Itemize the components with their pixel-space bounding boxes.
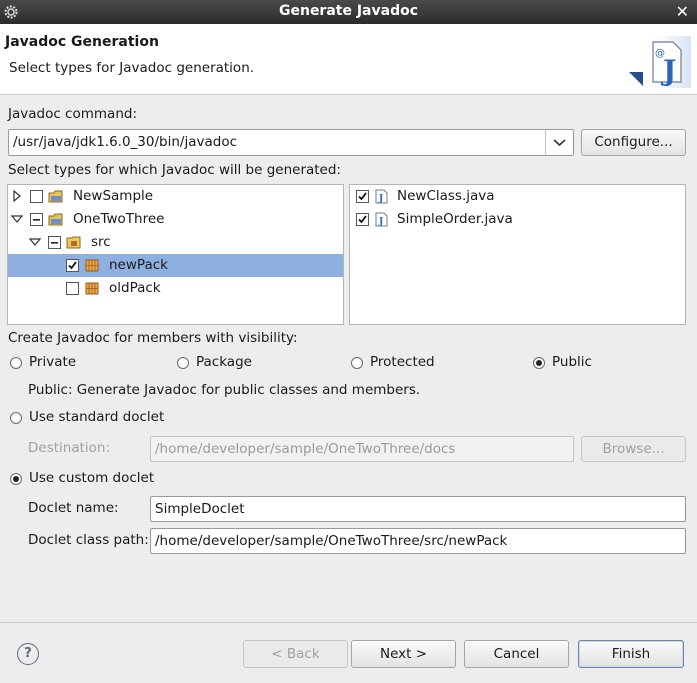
help-icon[interactable]: ? (17, 643, 39, 665)
tree-item-label: oldPack (109, 280, 161, 296)
page-subtitle: Select types for Javadoc generation. (9, 60, 255, 76)
package-icon (85, 259, 99, 272)
tree-row-newpack[interactable]: newPack (8, 254, 343, 277)
chevron-down-icon (553, 139, 566, 147)
svg-text:J: J (378, 194, 383, 204)
chevron-down-icon[interactable] (11, 213, 23, 225)
doclet-name-field[interactable]: SimpleDoclet (150, 496, 686, 522)
radio-public[interactable] (533, 357, 545, 369)
doclet-name-value: SimpleDoclet (155, 501, 245, 517)
radio-protected[interactable] (351, 357, 363, 369)
radio-public-label[interactable]: Public (552, 354, 592, 370)
source-folder-icon (66, 236, 81, 249)
file-label: SimpleOrder.java (397, 211, 513, 227)
doclet-name-label: Doclet name: (28, 500, 119, 516)
page-title: Javadoc Generation (5, 34, 159, 50)
destination-field[interactable]: /home/developer/sample/OneTwoThree/docs (150, 436, 574, 462)
doclet-classpath-label: Doclet class path: (28, 532, 149, 548)
doclet-classpath-field[interactable]: /home/developer/sample/OneTwoThree/src/n… (150, 528, 686, 554)
next-button[interactable]: Next > (351, 640, 456, 668)
checkbox-newclass[interactable] (356, 190, 369, 203)
radio-private[interactable] (10, 357, 22, 369)
tree-item-label: OneTwoThree (73, 211, 165, 227)
destination-value: /home/developer/sample/OneTwoThree/docs (155, 441, 456, 457)
checkbox-newpack[interactable] (66, 259, 79, 272)
radio-package[interactable] (177, 357, 189, 369)
checkbox-oldpack[interactable] (66, 282, 79, 295)
tree-item-label: newPack (109, 257, 168, 273)
window-title-bar: Generate Javadoc ✕ (0, 0, 697, 24)
wizard-banner: Javadoc Generation Select types for Java… (0, 24, 697, 95)
types-tree[interactable]: NewSample OneTwoThree src newPack oldPac… (7, 184, 344, 325)
checkbox-newsample[interactable] (30, 190, 43, 203)
tree-item-label: src (91, 234, 111, 250)
finish-button[interactable]: Finish (578, 640, 684, 668)
svg-text:J: J (378, 217, 383, 227)
browse-button[interactable]: Browse... (581, 436, 686, 462)
project-folder-open-icon (48, 213, 63, 226)
radio-private-label[interactable]: Private (29, 354, 76, 370)
package-icon (85, 282, 99, 295)
radio-standard-doclet[interactable] (10, 412, 22, 424)
radio-package-label[interactable]: Package (196, 354, 252, 370)
javadoc-logo-icon: J @ (629, 36, 691, 88)
javadoc-command-label: Javadoc command: (8, 106, 137, 122)
tree-item-label: NewSample (73, 188, 154, 204)
footer-separator (0, 622, 697, 623)
tree-row-onetwothree[interactable]: OneTwoThree (8, 208, 343, 231)
close-icon[interactable]: ✕ (676, 2, 689, 21)
radio-protected-label[interactable]: Protected (370, 354, 435, 370)
visibility-label: Create Javadoc for members with visibili… (8, 330, 298, 346)
standard-doclet-label[interactable]: Use standard doclet (29, 409, 164, 425)
visibility-description: Public: Generate Javadoc for public clas… (28, 382, 421, 398)
java-file-icon: J (375, 189, 388, 204)
back-button[interactable]: < Back (243, 640, 348, 668)
javadoc-command-value: /usr/java/jdk1.6.0_30/bin/javadoc (13, 134, 237, 150)
cancel-button[interactable]: Cancel (464, 640, 569, 668)
files-list[interactable]: J NewClass.java J SimpleOrder.java (349, 184, 686, 325)
list-item-simpleorder[interactable]: J SimpleOrder.java (350, 208, 685, 231)
chevron-down-icon[interactable] (29, 236, 41, 248)
select-types-label: Select types for which Javadoc will be g… (8, 162, 341, 178)
doclet-classpath-value: /home/developer/sample/OneTwoThree/src/n… (155, 533, 508, 549)
configure-button[interactable]: Configure... (581, 129, 686, 156)
tree-row-oldpack[interactable]: oldPack (8, 277, 343, 300)
java-file-icon: J (375, 212, 388, 227)
chevron-right-icon[interactable] (11, 190, 23, 202)
tree-row-src[interactable]: src (8, 231, 343, 254)
list-item-newclass[interactable]: J NewClass.java (350, 185, 685, 208)
combo-dropdown-button[interactable] (545, 130, 573, 155)
javadoc-command-combo[interactable]: /usr/java/jdk1.6.0_30/bin/javadoc (8, 129, 574, 156)
project-folder-icon (48, 190, 63, 203)
file-label: NewClass.java (397, 188, 495, 204)
checkbox-onetwothree[interactable] (30, 213, 43, 226)
checkbox-simpleorder[interactable] (356, 213, 369, 226)
tree-row-newsample[interactable]: NewSample (8, 185, 343, 208)
svg-text:@: @ (655, 48, 665, 59)
radio-custom-doclet[interactable] (10, 473, 22, 485)
window-title: Generate Javadoc (278, 3, 419, 19)
custom-doclet-label[interactable]: Use custom doclet (29, 470, 154, 486)
destination-label: Destination: (28, 440, 111, 456)
checkbox-src[interactable] (48, 236, 61, 249)
